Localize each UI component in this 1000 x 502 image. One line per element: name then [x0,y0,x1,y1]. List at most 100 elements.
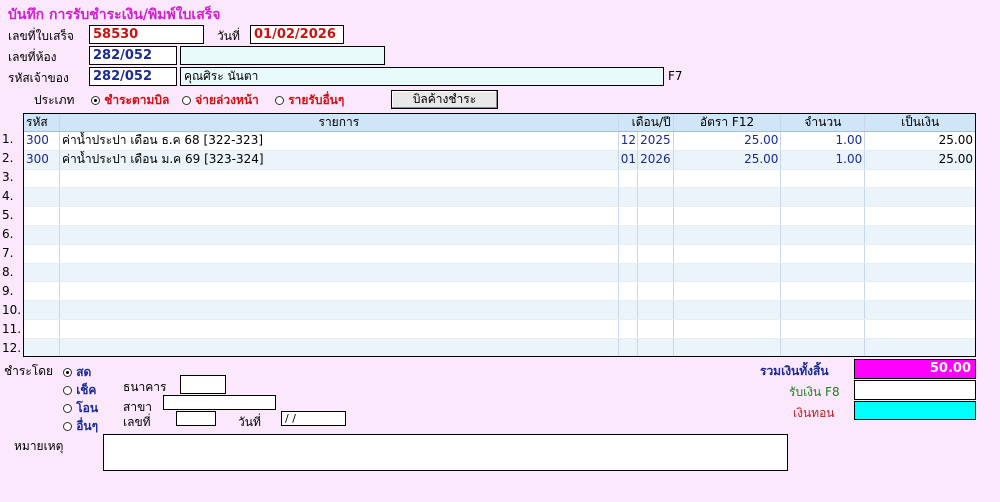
cell-item[interactable] [60,169,619,188]
table-row[interactable] [24,263,975,283]
type-option-other[interactable]: รายรับอื่นๆ [275,91,344,110]
cell-month[interactable] [619,282,638,301]
owner-code-field[interactable]: 282/052 [89,67,177,86]
cell-qty[interactable] [781,338,866,356]
cell-year[interactable]: 2026 [638,150,674,169]
cell-qty[interactable] [781,207,866,225]
cell-amount[interactable] [865,188,975,206]
cell-qty[interactable] [781,282,866,301]
table-row[interactable] [24,225,975,245]
cell-code[interactable]: 300 [24,150,60,169]
radio-icon[interactable] [182,96,191,105]
cell-rate[interactable] [674,169,782,188]
cell-amount[interactable]: 25.00 [865,151,975,169]
cell-rate[interactable] [674,282,782,301]
payment-other[interactable]: อื่นๆ [63,417,98,436]
cell-item[interactable] [60,225,619,244]
cell-code[interactable] [24,263,60,282]
cell-qty[interactable] [781,319,866,338]
cell-year[interactable] [638,263,674,282]
cell-code[interactable] [24,301,60,319]
cell-qty[interactable]: 1.00 [781,132,866,150]
cell-year[interactable] [638,188,674,207]
cheque-number-field[interactable] [176,411,216,426]
cell-qty[interactable] [781,188,866,207]
cell-amount[interactable]: 25.00 [865,132,975,150]
date-field[interactable]: 01/02/2026 [250,25,344,44]
cell-code[interactable] [24,169,60,188]
cell-amount[interactable] [865,226,975,244]
items-table[interactable]: รหัส รายการ เดือน/ปี อัตรา F12 จำนวน เป็… [23,113,976,357]
cell-amount[interactable] [865,282,975,300]
cell-month[interactable]: 01 [619,150,638,169]
table-row[interactable] [24,338,975,356]
radio-icon[interactable] [63,386,72,395]
cell-year[interactable] [638,169,674,188]
table-row[interactable] [24,244,975,264]
cheque-date-field[interactable]: / / [281,411,346,426]
cell-rate[interactable] [674,207,782,225]
cell-year[interactable] [638,319,674,338]
table-row[interactable]: 300 ค่าน้ำประปา เดือน ธ.ค 68 [322-323] 12 2… [24,132,975,151]
cell-qty[interactable] [781,263,866,282]
cell-month[interactable] [619,319,638,338]
cell-qty[interactable]: 1.00 [781,150,866,169]
cell-item[interactable] [60,282,619,301]
cell-item[interactable]: ค่าน้ำประปา เดือน ม.ค 69 [323-324] [60,150,619,169]
payment-cheque[interactable]: เช็ค [63,381,96,400]
cell-rate[interactable] [674,319,782,338]
cell-month[interactable] [619,263,638,282]
received-field[interactable] [854,380,976,400]
receipt-number-field[interactable]: 58530 [89,25,204,44]
cell-qty[interactable] [781,301,866,319]
cell-rate[interactable] [674,188,782,207]
cell-item[interactable] [60,338,619,356]
cell-code[interactable] [24,244,60,263]
room-extra-field[interactable] [180,46,385,65]
table-row[interactable] [24,301,975,320]
table-row[interactable]: 300 ค่าน้ำประปา เดือน ม.ค 69 [323-324] 01 2… [24,150,975,170]
cell-year[interactable]: 2025 [638,132,674,150]
owner-name-field[interactable]: คุณศิระ นันตา [180,67,664,86]
cell-item[interactable] [60,188,619,207]
remark-field[interactable] [103,434,788,471]
cell-year[interactable] [638,301,674,319]
cell-qty[interactable] [781,169,866,188]
branch-field[interactable] [163,395,276,410]
radio-icon[interactable] [275,96,284,105]
cell-item[interactable] [60,301,619,319]
cell-rate[interactable] [674,263,782,282]
cell-amount[interactable] [865,245,975,263]
cell-month[interactable] [619,301,638,319]
cell-month[interactable] [619,338,638,356]
cell-rate[interactable] [674,244,782,263]
room-number-field[interactable]: 282/052 [89,46,177,65]
cell-year[interactable] [638,338,674,356]
cell-code[interactable]: 300 [24,132,60,150]
cell-item[interactable]: ค่าน้ำประปา เดือน ธ.ค 68 [322-323] [60,132,619,150]
cell-amount[interactable] [865,320,975,338]
cell-year[interactable] [638,244,674,263]
cell-month[interactable] [619,188,638,207]
cell-code[interactable] [24,225,60,244]
radio-selected-icon[interactable] [91,96,100,105]
radio-selected-icon[interactable] [63,368,72,377]
cell-item[interactable] [60,207,619,225]
cell-item[interactable] [60,319,619,338]
cell-qty[interactable] [781,225,866,244]
radio-icon[interactable] [63,422,72,431]
cell-amount[interactable] [865,264,975,282]
cell-year[interactable] [638,282,674,301]
cell-code[interactable] [24,188,60,207]
table-row[interactable] [24,282,975,302]
cell-rate[interactable]: 25.00 [674,132,782,150]
payment-transfer[interactable]: โอน [63,399,98,418]
cell-code[interactable] [24,338,60,356]
cell-rate[interactable] [674,338,782,356]
outstanding-bills-button[interactable]: บิลค้างชำระ [391,90,498,109]
cell-code[interactable] [24,282,60,301]
cell-month[interactable] [619,169,638,188]
table-row[interactable] [24,169,975,189]
cell-amount[interactable] [865,170,975,188]
cell-year[interactable] [638,225,674,244]
